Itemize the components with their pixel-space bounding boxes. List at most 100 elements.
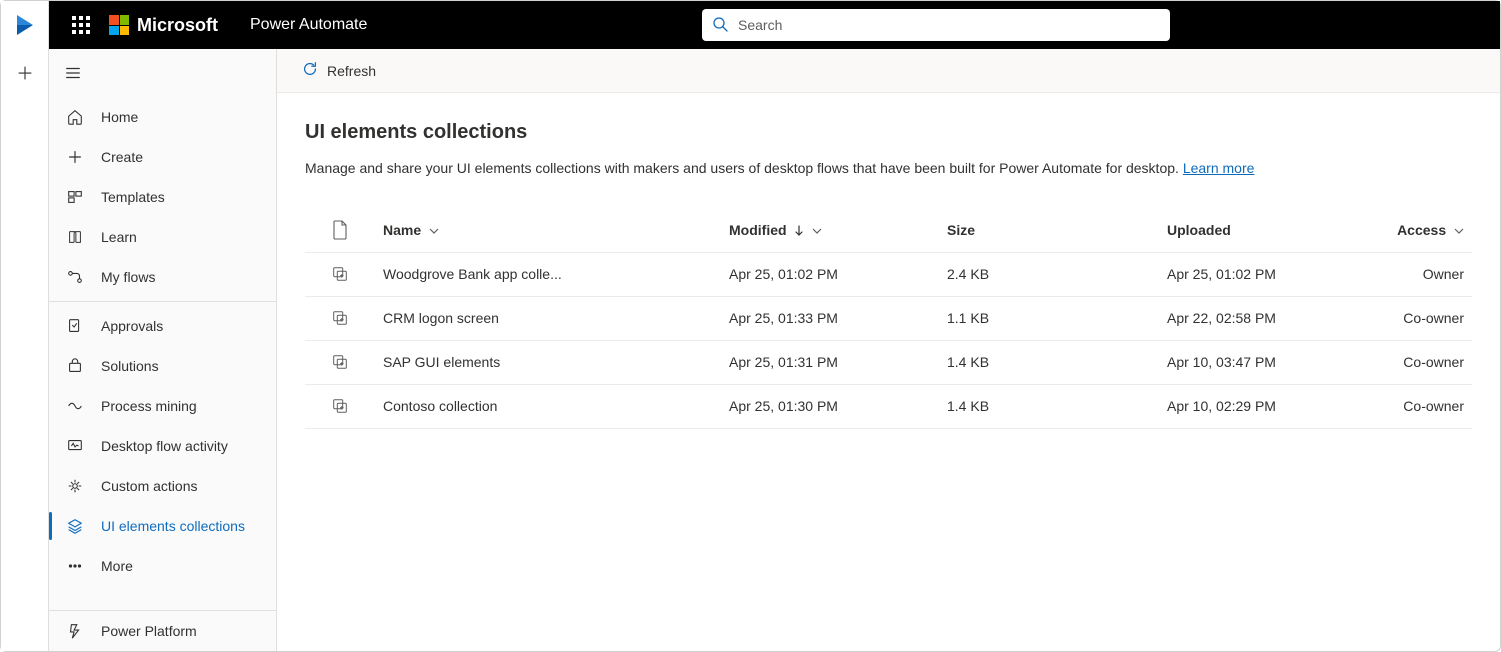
- collections-table: Name Modified Size Uploaded: [305, 208, 1472, 429]
- column-header-uploaded[interactable]: Uploaded: [1159, 208, 1379, 252]
- column-header-modified[interactable]: Modified: [721, 208, 939, 252]
- cell-access: Owner: [1423, 266, 1464, 282]
- cell-modified: Apr 25, 01:30 PM: [729, 398, 838, 414]
- column-header-access[interactable]: Access: [1379, 208, 1472, 252]
- microsoft-wordmark: Microsoft: [137, 15, 218, 36]
- hamburger-toggle[interactable]: [49, 49, 97, 97]
- sidebar-item-label: Templates: [101, 189, 165, 205]
- cell-uploaded: Apr 22, 02:58 PM: [1167, 310, 1276, 326]
- sidebar-item-solutions[interactable]: Solutions: [49, 346, 276, 386]
- refresh-icon: [301, 60, 319, 81]
- cell-size: 1.4 KB: [947, 354, 989, 370]
- sidebar-item-label: Create: [101, 149, 143, 165]
- sidebar-item-label: UI elements collections: [101, 518, 245, 534]
- sidebar-item-label: My flows: [101, 269, 155, 285]
- chevron-down-icon: [812, 226, 822, 236]
- sidebar-item-label: Power Platform: [101, 623, 197, 639]
- templates-icon: [65, 187, 85, 207]
- process-mining-icon: [65, 396, 85, 416]
- content-area: Refresh UI elements collections Manage a…: [277, 49, 1500, 651]
- sidebar-item-desktop-flow-activity[interactable]: Desktop flow activity: [49, 426, 276, 466]
- collection-icon: [313, 309, 367, 327]
- file-icon: [313, 220, 367, 240]
- book-icon: [65, 227, 85, 247]
- column-header-name[interactable]: Name: [375, 208, 721, 252]
- sidebar-item-label: Learn: [101, 229, 137, 245]
- power-automate-app-icon[interactable]: [7, 7, 43, 43]
- sidebar-item-label: Custom actions: [101, 478, 197, 494]
- cell-name: CRM logon screen: [383, 310, 499, 326]
- home-icon: [65, 107, 85, 127]
- learn-more-link[interactable]: Learn more: [1183, 160, 1255, 176]
- sidebar-item-process-mining[interactable]: Process mining: [49, 386, 276, 426]
- cell-uploaded: Apr 10, 02:29 PM: [1167, 398, 1276, 414]
- column-header-icon[interactable]: [305, 208, 375, 252]
- table-row[interactable]: Woodgrove Bank app colle... Apr 25, 01:0…: [305, 252, 1472, 296]
- sidebar-item-ui-elements-collections[interactable]: UI elements collections: [49, 506, 276, 546]
- sidebar-item-approvals[interactable]: Approvals: [49, 306, 276, 346]
- sidebar-item-label: Process mining: [101, 398, 197, 414]
- sidebar-item-my-flows[interactable]: My flows: [49, 257, 276, 297]
- sidebar-item-label: Approvals: [101, 318, 163, 334]
- sidebar-item-create[interactable]: Create: [49, 137, 276, 177]
- page-title: UI elements collections: [305, 121, 1472, 144]
- sidebar-divider: [49, 301, 276, 302]
- chevron-down-icon: [429, 226, 439, 236]
- sort-descending-icon: [794, 225, 804, 237]
- chevron-down-icon: [1454, 226, 1464, 236]
- cell-uploaded: Apr 10, 03:47 PM: [1167, 354, 1276, 370]
- cell-size: 1.1 KB: [947, 310, 989, 326]
- solutions-icon: [65, 356, 85, 376]
- sidebar-item-label: Home: [101, 109, 138, 125]
- power-platform-icon: [65, 621, 85, 641]
- sidebar-item-label: Desktop flow activity: [101, 438, 228, 454]
- sidebar-item-power-platform[interactable]: Power Platform: [49, 611, 276, 651]
- column-header-size[interactable]: Size: [939, 208, 1159, 252]
- cell-uploaded: Apr 25, 01:02 PM: [1167, 266, 1276, 282]
- sidebar-item-templates[interactable]: Templates: [49, 177, 276, 217]
- cell-size: 1.4 KB: [947, 398, 989, 414]
- table-row[interactable]: CRM logon screen Apr 25, 01:33 PM 1.1 KB…: [305, 296, 1472, 340]
- sidebar-item-more[interactable]: More: [49, 546, 276, 586]
- sidebar-item-custom-actions[interactable]: Custom actions: [49, 466, 276, 506]
- new-tab-button[interactable]: [7, 55, 43, 91]
- sidebar-item-home[interactable]: Home: [49, 97, 276, 137]
- plus-icon: [65, 147, 85, 167]
- more-icon: [65, 556, 85, 576]
- cell-modified: Apr 25, 01:31 PM: [729, 354, 838, 370]
- approvals-icon: [65, 316, 85, 336]
- table-row[interactable]: Contoso collection Apr 25, 01:30 PM 1.4 …: [305, 384, 1472, 428]
- microsoft-logo[interactable]: Microsoft: [109, 15, 218, 36]
- table-row[interactable]: SAP GUI elements Apr 25, 01:31 PM 1.4 KB…: [305, 340, 1472, 384]
- refresh-button[interactable]: Refresh: [293, 54, 384, 87]
- layers-icon: [65, 516, 85, 536]
- top-header: Microsoft Power Automate: [49, 1, 1500, 49]
- cell-name: Woodgrove Bank app colle...: [383, 266, 562, 282]
- cell-name: SAP GUI elements: [383, 354, 500, 370]
- cell-size: 2.4 KB: [947, 266, 989, 282]
- collection-icon: [313, 397, 367, 415]
- cell-access: Co-owner: [1403, 310, 1464, 326]
- activity-icon: [65, 436, 85, 456]
- search-icon: [712, 16, 728, 35]
- flows-icon: [65, 267, 85, 287]
- cell-name: Contoso collection: [383, 398, 497, 414]
- cell-modified: Apr 25, 01:02 PM: [729, 266, 838, 282]
- custom-actions-icon: [65, 476, 85, 496]
- app-rail: [1, 1, 49, 651]
- search-box[interactable]: [702, 9, 1170, 41]
- cell-access: Co-owner: [1403, 398, 1464, 414]
- page-description: Manage and share your UI elements collec…: [305, 160, 1472, 176]
- collection-icon: [313, 353, 367, 371]
- command-bar: Refresh: [277, 49, 1500, 93]
- collection-icon: [313, 265, 367, 283]
- cell-access: Co-owner: [1403, 354, 1464, 370]
- sidebar-item-label: Solutions: [101, 358, 159, 374]
- sidebar-item-learn[interactable]: Learn: [49, 217, 276, 257]
- app-launcher-waffle-icon[interactable]: [57, 1, 105, 49]
- search-input[interactable]: [738, 17, 1160, 33]
- cell-modified: Apr 25, 01:33 PM: [729, 310, 838, 326]
- refresh-label: Refresh: [327, 63, 376, 79]
- app-title[interactable]: Power Automate: [250, 16, 367, 34]
- sidebar-item-label: More: [101, 558, 133, 574]
